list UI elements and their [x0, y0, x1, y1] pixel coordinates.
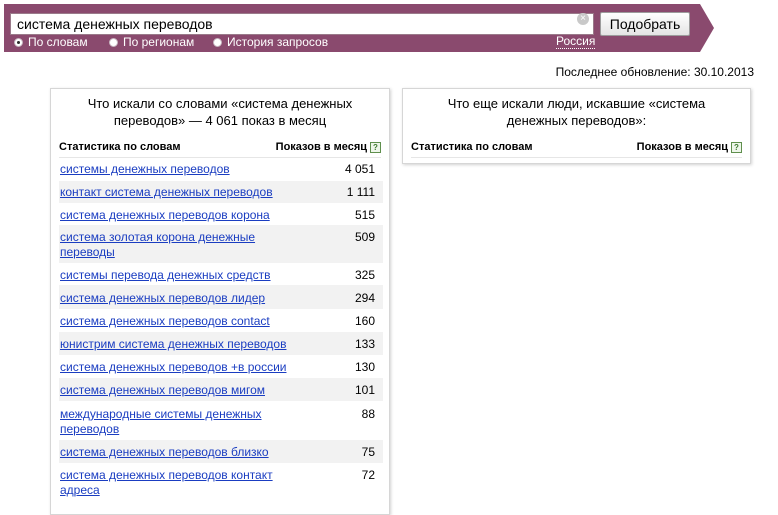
- impressions-count: 88: [361, 407, 375, 421]
- phrase-link[interactable]: система денежных переводов корона: [60, 208, 270, 223]
- column-header-count: Показов в месяц ?: [276, 141, 381, 153]
- impressions-count: 133: [354, 337, 375, 351]
- also-searched-panel: Что еще искали люди, искавшие «система д…: [402, 88, 751, 164]
- table-row: система денежных переводов +в россии 130: [59, 355, 383, 378]
- impressions-count: 130: [354, 360, 375, 374]
- phrase-link[interactable]: системы денежных переводов: [60, 162, 230, 177]
- column-header-count: Показов в месяц ?: [637, 141, 742, 153]
- impressions-count: 75: [361, 445, 375, 459]
- table-row: система денежных переводов contact 160: [59, 309, 383, 332]
- phrase-link[interactable]: системы перевода денежных средств: [60, 268, 271, 283]
- region-selector-link[interactable]: Россия: [556, 34, 596, 49]
- panel-title: Что искали со словами «система денежных …: [87, 96, 353, 128]
- impressions-count: 101: [354, 383, 375, 397]
- radio-checked-icon: [14, 37, 23, 47]
- table-row: юнистрим система денежных переводов 133: [59, 332, 383, 355]
- radio-by-words[interactable]: По словам: [14, 35, 88, 49]
- banner-arrow-decoration: [700, 4, 714, 52]
- search-input[interactable]: система денежных переводов: [10, 13, 594, 35]
- table-row: система денежных переводов корона 515: [59, 203, 383, 225]
- column-header-words: Статистика по словам: [411, 141, 533, 153]
- radio-unchecked-icon: [213, 37, 222, 47]
- table-row: система денежных переводов контакт адрес…: [59, 463, 383, 503]
- submit-button[interactable]: Подобрать: [600, 12, 690, 36]
- phrase-link[interactable]: международные системы денежных переводов: [60, 407, 270, 437]
- column-header-words: Статистика по словам: [59, 141, 181, 153]
- phrase-link[interactable]: юнистрим система денежных переводов: [60, 337, 286, 352]
- phrase-link[interactable]: система денежных переводов contact: [60, 314, 270, 329]
- clear-search-icon[interactable]: ×: [577, 13, 589, 25]
- impressions-count: 294: [354, 291, 375, 305]
- impressions-count: 1 111: [346, 185, 375, 199]
- column-header-count-label: Показов в месяц: [275, 141, 367, 153]
- column-header-count-label: Показов в месяц: [636, 141, 728, 153]
- table-row: системы денежных переводов 4 051: [59, 159, 383, 181]
- radio-by-regions[interactable]: По регионам: [109, 35, 194, 49]
- table-row: система денежных переводов мигом 101: [59, 378, 383, 401]
- impressions-count: 160: [354, 314, 375, 328]
- last-update-text: Последнее обновление: 30.10.2013: [555, 65, 754, 79]
- phrase-link[interactable]: система денежных переводов контакт адрес…: [60, 468, 285, 498]
- help-icon[interactable]: ?: [731, 141, 742, 153]
- phrase-link[interactable]: контакт система денежных переводов: [60, 185, 273, 200]
- radio-query-history[interactable]: История запросов: [213, 35, 328, 49]
- phrase-link[interactable]: система денежных переводов мигом: [60, 383, 265, 398]
- radio-by-regions-label: По регионам: [123, 35, 195, 49]
- table-header: Статистика по словам Показов в месяц ?: [59, 141, 381, 158]
- radio-query-history-label: История запросов: [227, 35, 329, 49]
- table-row: международные системы денежных переводов…: [59, 401, 383, 440]
- related-words-panel: Что искали со словами «система денежных …: [50, 88, 390, 515]
- table-header: Статистика по словам Показов в месяц ?: [411, 141, 742, 158]
- table-row: системы перевода денежных средств 325: [59, 263, 383, 285]
- table-row: система денежных переводов лидер 294: [59, 285, 383, 309]
- table-row: система золотая корона денежные переводы…: [59, 225, 383, 263]
- help-icon[interactable]: ?: [370, 141, 381, 153]
- table-row: контакт система денежных переводов 1 111: [59, 181, 383, 203]
- table-row: система денежных переводов близко 75: [59, 440, 383, 463]
- impressions-count: 72: [361, 468, 375, 482]
- radio-by-words-label: По словам: [28, 35, 88, 49]
- impressions-count: 509: [354, 230, 375, 244]
- phrase-link[interactable]: система денежных переводов лидер: [60, 291, 265, 306]
- radio-unchecked-icon: [109, 37, 118, 47]
- phrase-link[interactable]: система золотая корона денежные переводы: [60, 230, 270, 260]
- impressions-count: 325: [354, 268, 375, 282]
- impressions-count: 515: [354, 208, 375, 222]
- panel-title: Что еще искали люди, искавшие «система д…: [447, 96, 706, 128]
- phrase-link[interactable]: система денежных переводов близко: [60, 445, 269, 460]
- impressions-count: 4 051: [344, 162, 375, 176]
- phrase-link[interactable]: система денежных переводов +в россии: [60, 360, 286, 375]
